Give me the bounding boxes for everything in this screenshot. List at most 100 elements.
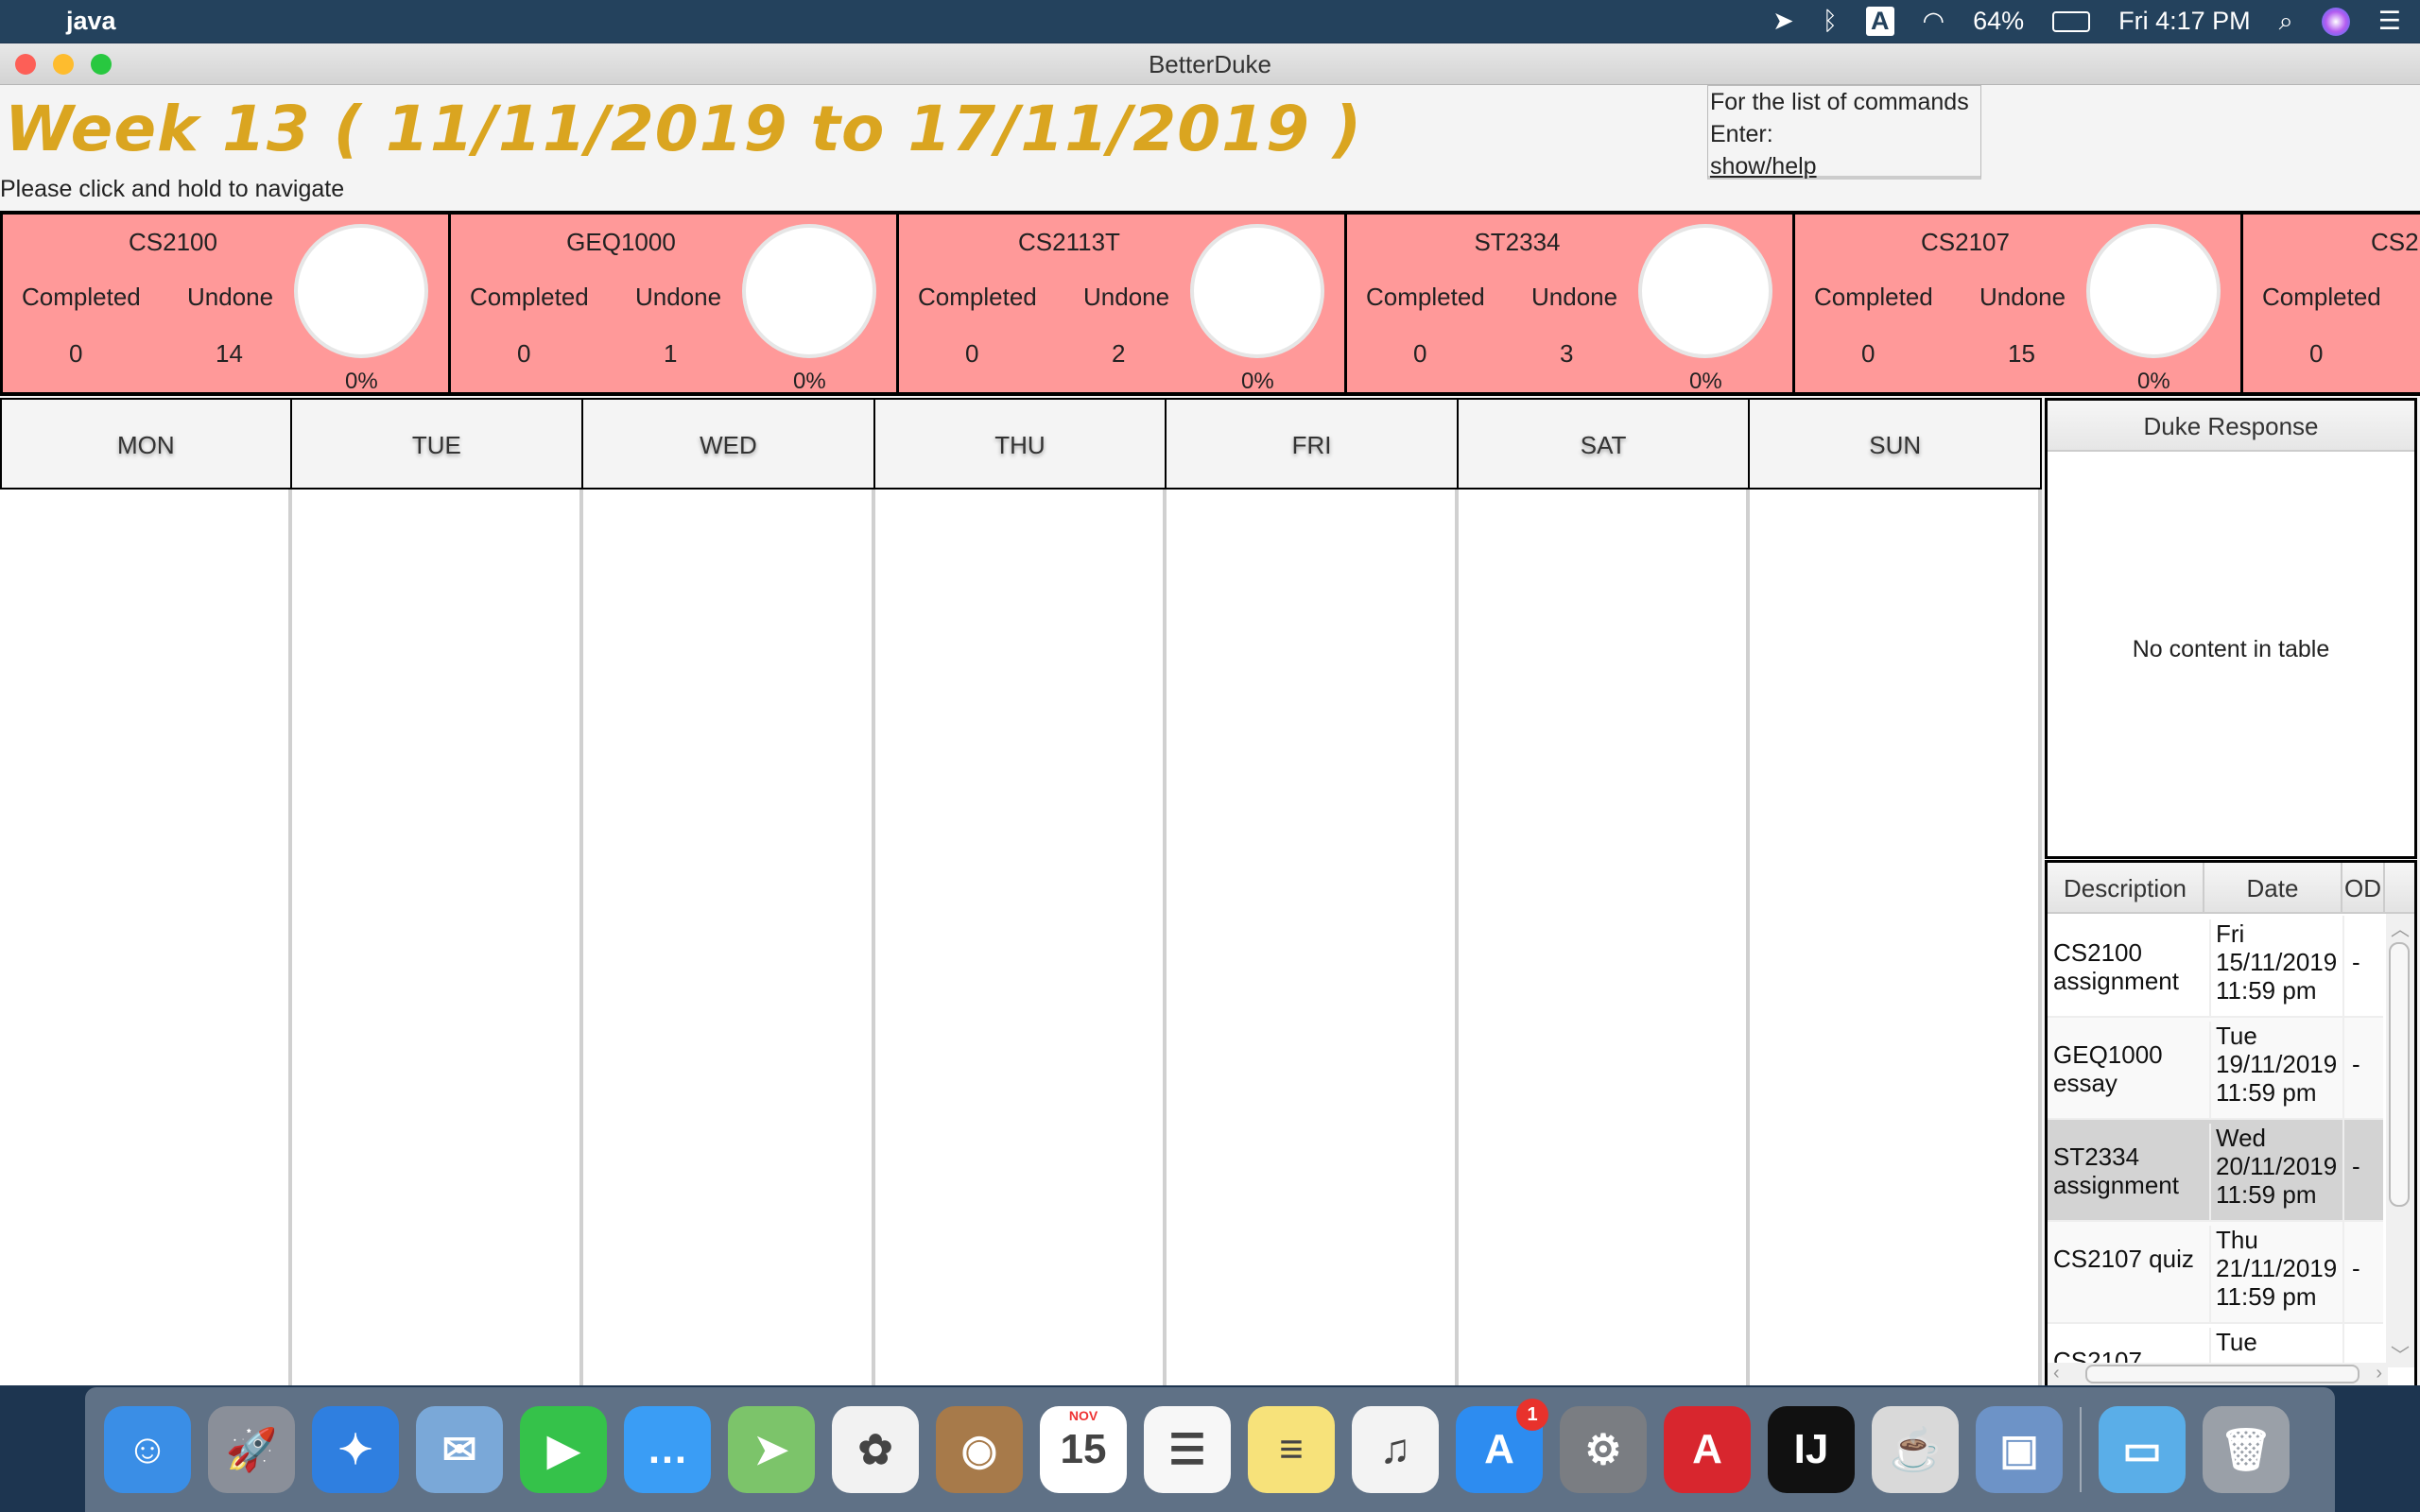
launchpad-icon[interactable]: 🚀 xyxy=(208,1406,295,1493)
bluetooth-icon[interactable]: ᛒ xyxy=(1823,7,1838,36)
horizontal-scrollbar[interactable]: ‹ › xyxy=(2048,1363,2388,1385)
description-cell: GEQ1000 essay xyxy=(2053,1040,2163,1097)
undone-label: Undone xyxy=(635,283,722,311)
scroll-down-icon[interactable]: ﹀ xyxy=(2386,1340,2414,1367)
commands-line: For the list of commands xyxy=(1710,89,1969,115)
module-card[interactable]: CS2100 Completed Undone 0 14 0% xyxy=(0,215,448,392)
scroll-right-icon[interactable]: › xyxy=(2376,1363,2382,1384)
column-header-od[interactable]: OD xyxy=(2342,863,2385,914)
day-column-wed[interactable] xyxy=(583,490,875,1385)
clock[interactable]: Fri 4:17 PM xyxy=(2118,7,2251,36)
commands-line: Enter: xyxy=(1710,121,1773,147)
undone-count: 3 xyxy=(1560,339,1574,368)
vertical-scrollbar[interactable]: ︿ ﹀ xyxy=(2386,914,2414,1367)
day-column-thu[interactable] xyxy=(874,490,1167,1385)
dock-glyph: ✦ xyxy=(337,1426,373,1473)
close-button[interactable] xyxy=(15,54,36,75)
system-preferences-icon[interactable]: ⚙ xyxy=(1560,1406,1647,1493)
day-column-sun[interactable] xyxy=(1750,490,2042,1385)
preview-icon[interactable]: ▣ xyxy=(1976,1406,2063,1493)
module-card[interactable]: ST2334 Completed Undone 0 3 0% xyxy=(1344,215,1792,392)
day-column-tue[interactable] xyxy=(291,490,584,1385)
dock-glyph: ≡ xyxy=(1279,1426,1304,1472)
module-card[interactable]: CS2107 Completed Undone 0 15 0% xyxy=(1792,215,2240,392)
day-column-mon[interactable] xyxy=(0,490,292,1385)
spotlight-search-icon[interactable]: ⌕ xyxy=(2279,7,2293,37)
menu-bar: java ➤ ᛒ A ◠ 64% Fri 4:17 PM ⌕ ☰ xyxy=(0,0,2420,43)
column-header-date[interactable]: Date xyxy=(2204,863,2342,914)
maps-icon[interactable]: ➤ xyxy=(728,1406,815,1493)
reminders-icon[interactable]: ☰ xyxy=(1144,1406,1231,1493)
table-row[interactable]: ST2334 assignment Wed 20/11/2019 11:59 p… xyxy=(2048,1120,2383,1226)
dock-glyph: 15 xyxy=(1060,1426,1107,1472)
zoom-button[interactable] xyxy=(91,54,112,75)
day-header-mon: MON xyxy=(0,398,292,490)
safari-icon[interactable]: ✦ xyxy=(312,1406,399,1493)
photos-icon[interactable]: ✿ xyxy=(832,1406,919,1493)
module-code: CS2100 xyxy=(129,228,217,256)
scrollbar-thumb[interactable] xyxy=(2085,1365,2360,1383)
angular-icon[interactable]: A xyxy=(1664,1406,1751,1493)
calendar-icon[interactable]: 15 NOV xyxy=(1040,1406,1127,1493)
battery-icon[interactable] xyxy=(2052,10,2091,32)
day-column-sat[interactable] xyxy=(1458,490,1751,1385)
dock-glyph: 🗑 xyxy=(2220,1427,2273,1473)
input-source-icon[interactable]: A xyxy=(1866,7,1894,36)
notification-center-icon[interactable]: ☰ xyxy=(2378,7,2401,36)
module-card[interactable]: GEQ1000 Completed Undone 0 1 0% xyxy=(448,215,896,392)
progress-pie-chart xyxy=(742,224,876,358)
intellij-icon[interactable]: IJ xyxy=(1768,1406,1855,1493)
module-card[interactable]: CS2113T Completed Undone 0 2 0% xyxy=(896,215,1344,392)
undone-label: Undone xyxy=(1531,283,1618,311)
finder-icon[interactable]: ☺ xyxy=(104,1406,191,1493)
progress-percent: 0% xyxy=(345,369,378,394)
wifi-icon[interactable]: ◠ xyxy=(1923,7,1945,36)
undone-count: 1 xyxy=(664,339,678,368)
scroll-left-icon[interactable]: ‹ xyxy=(2053,1363,2060,1384)
minimize-button[interactable] xyxy=(53,54,74,75)
title-bar: BetterDuke xyxy=(0,43,2420,85)
siri-icon[interactable] xyxy=(2321,7,2350,36)
completed-count: 0 xyxy=(69,339,83,368)
scrollbar-thumb[interactable] xyxy=(2389,942,2410,1207)
itunes-icon[interactable]: ♫ xyxy=(1352,1406,1439,1493)
module-cards[interactable]: CS2100 Completed Undone 0 14 0% GEQ1000 C… xyxy=(0,211,2420,396)
progress-percent: 0% xyxy=(793,369,826,394)
dock-glyph: … xyxy=(647,1426,688,1472)
app-store-icon[interactable]: A1 xyxy=(1456,1399,1548,1493)
undone-count: 2 xyxy=(1112,339,1126,368)
table-row[interactable]: GEQ1000 essay Tue 19/11/2019 11:59 pm - xyxy=(2048,1018,2383,1124)
date-cell: Wed 20/11/2019 11:59 pm xyxy=(2209,1124,2342,1226)
scroll-up-icon[interactable]: ︿ xyxy=(2386,914,2414,941)
module-card[interactable]: CS2 Completed 0 xyxy=(2240,215,2420,392)
date-cell: Thu 21/11/2019 11:59 pm xyxy=(2209,1226,2342,1328)
column-header-filler xyxy=(2385,863,2414,914)
battery-status[interactable]: 64% xyxy=(1973,7,2024,36)
day-header-fri: FRI xyxy=(1167,398,1459,490)
facetime-icon[interactable]: ▶ xyxy=(520,1406,607,1493)
downloads-folder-icon[interactable]: ▭ xyxy=(2099,1406,2186,1493)
date-cell: Fri 15/11/2019 11:59 pm xyxy=(2209,919,2342,1022)
java-icon[interactable]: ☕ xyxy=(1872,1406,1959,1493)
trash-icon[interactable]: 🗑 xyxy=(2203,1406,2290,1493)
table-row[interactable]: CS2100 assignment Fri 15/11/2019 11:59 p… xyxy=(2048,916,2383,1022)
notes-icon[interactable]: ≡ xyxy=(1248,1406,1335,1493)
deadline-table: Description Date OD CS2100 assignment Fr… xyxy=(2045,860,2417,1385)
messages-icon[interactable]: … xyxy=(624,1406,711,1493)
contacts-icon[interactable]: ◉ xyxy=(936,1406,1023,1493)
completed-count: 0 xyxy=(1413,339,1427,368)
help-command-link[interactable]: show/help xyxy=(1710,153,1817,180)
undone-label: Undone xyxy=(1083,283,1170,311)
dock-glyph: A xyxy=(1484,1426,1514,1472)
dock-glyph: ☰ xyxy=(1168,1426,1206,1473)
completed-count: 0 xyxy=(2309,339,2324,368)
table-row[interactable]: CS2107 quiz Thu 21/11/2019 11:59 pm - xyxy=(2048,1222,2383,1328)
app-menu[interactable]: java xyxy=(66,7,116,36)
dock: ☺ 🚀 ✦ ✉ ▶… ➤ ✿ ◉ 15 NOV ☰ ≡ ♫ A 1 ⚙ A IJ ☕ ▣ ▭ 🗑 xyxy=(85,1387,2335,1512)
day-column-fri[interactable] xyxy=(1167,490,1459,1385)
column-header-description[interactable]: Description xyxy=(2048,863,2204,914)
completed-label: Completed xyxy=(22,283,141,311)
commands-hint-box: For the list of commands Enter: show/hel… xyxy=(1707,85,1981,180)
mail-icon[interactable]: ✉ xyxy=(416,1406,503,1493)
module-code: GEQ1000 xyxy=(566,228,676,256)
